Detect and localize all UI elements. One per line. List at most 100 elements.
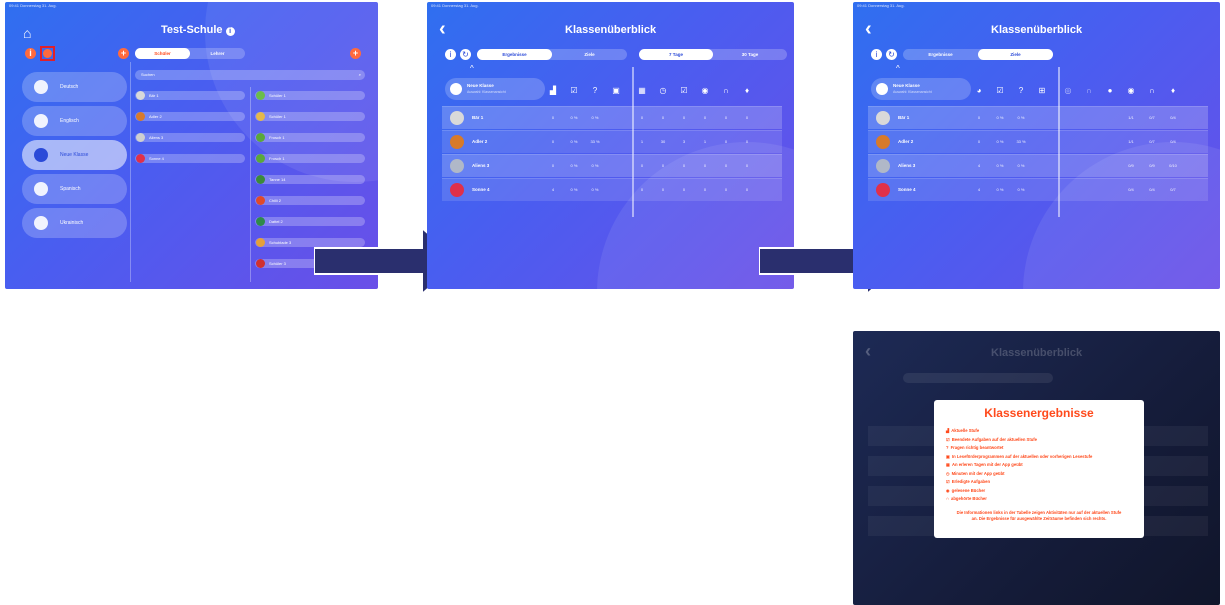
class-icon bbox=[34, 216, 48, 230]
book-compare-icon: ▣ bbox=[612, 86, 620, 95]
tab-lehrer[interactable]: Lehrer bbox=[190, 48, 245, 59]
table-cell: 1 bbox=[640, 139, 644, 144]
book-compare-icon: ⊞ bbox=[1038, 86, 1046, 95]
question-icon: ? bbox=[946, 445, 949, 450]
legend-item: ? Fragen richtig beantwortet bbox=[946, 445, 1003, 450]
table-cell: 0/4 bbox=[1170, 139, 1176, 144]
student-row[interactable]: Schüler 1 bbox=[255, 112, 365, 121]
table-cell: 0 % bbox=[1017, 115, 1025, 120]
cloud-upload-button[interactable] bbox=[40, 46, 55, 61]
back-icon[interactable]: ‹ bbox=[439, 18, 446, 41]
avatar bbox=[256, 175, 265, 184]
school-item-spanisch[interactable]: Spanisch bbox=[22, 174, 127, 204]
student-row[interactable]: Dattel 2 bbox=[255, 217, 365, 226]
tab-ziele[interactable]: Ziele bbox=[552, 49, 627, 60]
table-row[interactable]: Bär 1 0 0 % 0 % 0 0 0 0 0 0 bbox=[442, 106, 782, 129]
student-row[interactable]: Frosch 1 bbox=[255, 154, 365, 163]
student-row[interactable]: Adler 2 bbox=[135, 112, 245, 121]
table-cell bbox=[1032, 107, 1052, 129]
class-icon bbox=[876, 83, 888, 95]
legend-label: abgehörte Bücher bbox=[951, 496, 987, 501]
avatar bbox=[256, 133, 265, 142]
table-row[interactable]: Aliens 3 0 0 % 0 % 0 0 0 0 0 0 bbox=[442, 154, 782, 177]
table-cell: 0 bbox=[551, 163, 555, 168]
table-row[interactable]: Adler 2 0 0 % 33 % 1/1 0/7 0/4 bbox=[868, 130, 1208, 153]
table-row[interactable]: Sonne 4 4 0 % 0 % 0 0 0 0 0 0 bbox=[442, 178, 782, 201]
student-row[interactable]: Schüler 1 bbox=[255, 91, 365, 100]
view-tabs: Ergebnisse Ziele bbox=[903, 49, 1053, 60]
table-cell bbox=[1032, 155, 1052, 177]
school-item-neue-klasse[interactable]: Neue Klasse bbox=[22, 140, 127, 170]
school-item-ukrainisch[interactable]: Ukrainisch bbox=[22, 208, 127, 238]
task-icon: ☑ bbox=[996, 86, 1004, 95]
table-cell: 0 % bbox=[570, 139, 578, 144]
school-item-englisch[interactable]: Englisch bbox=[22, 106, 127, 136]
table-cell: 0 % bbox=[996, 163, 1004, 168]
tab-ergebnisse[interactable]: Ergebnisse bbox=[903, 49, 978, 60]
table-cell: 1/1 bbox=[1128, 139, 1134, 144]
search-icon: ⌕ bbox=[358, 72, 361, 77]
table-cell: 0 bbox=[745, 139, 749, 144]
avatar bbox=[136, 91, 145, 100]
table-cell: 0/9 bbox=[1128, 163, 1134, 168]
table-cell bbox=[606, 179, 626, 201]
student-row[interactable]: Frosch 1 bbox=[255, 133, 365, 142]
class-icon bbox=[34, 80, 48, 94]
tab-ergebnisse[interactable]: Ergebnisse bbox=[477, 49, 552, 60]
student-row[interactable]: Tanne 14 bbox=[255, 175, 365, 184]
info-icon[interactable]: i bbox=[225, 27, 235, 36]
home-icon[interactable]: ⌂ bbox=[23, 25, 31, 41]
back-icon[interactable]: ‹ bbox=[865, 18, 872, 41]
calendar-icon: ▦ bbox=[946, 462, 950, 467]
avatar bbox=[450, 135, 464, 149]
table-cell bbox=[606, 107, 626, 129]
info-icon[interactable]: i bbox=[445, 49, 456, 60]
student-row[interactable]: Bär 1 bbox=[135, 91, 245, 100]
collapse-chevron-icon[interactable]: ^ bbox=[896, 64, 900, 73]
student-name: Sonne 4 bbox=[898, 187, 916, 192]
table-cell: 0 % bbox=[570, 163, 578, 168]
legend-label: gelesene Bücher bbox=[951, 487, 986, 493]
tab-7-tage[interactable]: 7 Tage bbox=[639, 49, 713, 60]
avatar bbox=[256, 259, 265, 268]
refresh-icon[interactable]: ↻ bbox=[886, 49, 897, 60]
table-cell: 0 % bbox=[1017, 187, 1025, 192]
table-cell bbox=[606, 155, 626, 177]
book-compare-icon: ▣ bbox=[946, 453, 950, 459]
info-badge-icon[interactable]: i bbox=[25, 48, 36, 59]
collapse-chevron-icon[interactable]: ^ bbox=[470, 64, 474, 73]
dimmed-tabs bbox=[903, 373, 1053, 383]
table-cell: 0/4 bbox=[1170, 115, 1176, 120]
table-cell: 0 bbox=[551, 139, 555, 144]
add-student-button[interactable]: + bbox=[350, 48, 361, 59]
avatar bbox=[136, 154, 145, 163]
student-row[interactable]: Aliens 3 bbox=[135, 133, 245, 142]
legend-item: ☑ Beendete Aufgaben auf der aktuellen Stu… bbox=[946, 437, 1037, 442]
table-row[interactable]: Aliens 3 4 0 % 0 % 0/9 0/9 0/10 bbox=[868, 154, 1208, 177]
school-item-deutsch[interactable]: Deutsch bbox=[22, 72, 127, 102]
clock-icon: ◷ bbox=[946, 470, 950, 476]
search-input[interactable]: Suchen ⌕ bbox=[135, 70, 365, 80]
table-row[interactable]: Sonne 4 4 0 % 0 % 0/4 0/4 0/7 bbox=[868, 178, 1208, 201]
table-row[interactable]: Adler 2 0 0 % 33 % 1 30 3 1 0 0 bbox=[442, 130, 782, 153]
table-cell: 4 bbox=[977, 187, 981, 192]
info-icon[interactable]: i bbox=[871, 49, 882, 60]
add-school-button[interactable]: + bbox=[118, 48, 129, 59]
page-title: Test-Schule i bbox=[161, 24, 235, 36]
tab-schueler[interactable]: Schüler bbox=[135, 48, 190, 59]
refresh-icon[interactable]: ↻ bbox=[460, 49, 471, 60]
student-row[interactable]: Chilli 2 bbox=[255, 196, 365, 205]
table-cell: 0 % bbox=[996, 139, 1004, 144]
tab-30-tage[interactable]: 30 Tage bbox=[713, 49, 787, 60]
table-cell: 0 % bbox=[591, 163, 599, 168]
avatar bbox=[450, 159, 464, 173]
task-icon: ☑ bbox=[946, 436, 950, 442]
table-cell: 0/7 bbox=[1170, 187, 1176, 192]
table-cell: 0 % bbox=[570, 187, 578, 192]
screen-klassenergebnisse-legend: ‹ Klassenüberblick Klassenergebnisse ▟ Ak… bbox=[853, 331, 1220, 605]
student-row[interactable]: Sonne 4 bbox=[135, 154, 245, 163]
legend-modal[interactable]: Klassenergebnisse ▟ Aktuelle Stufe ☑ Beende… bbox=[934, 400, 1144, 538]
modal-title: Klassenergebnisse bbox=[984, 406, 1094, 420]
tab-ziele[interactable]: Ziele bbox=[978, 49, 1053, 60]
table-row[interactable]: Bär 1 0 0 % 0 % 1/1 0/7 0/4 bbox=[868, 106, 1208, 129]
